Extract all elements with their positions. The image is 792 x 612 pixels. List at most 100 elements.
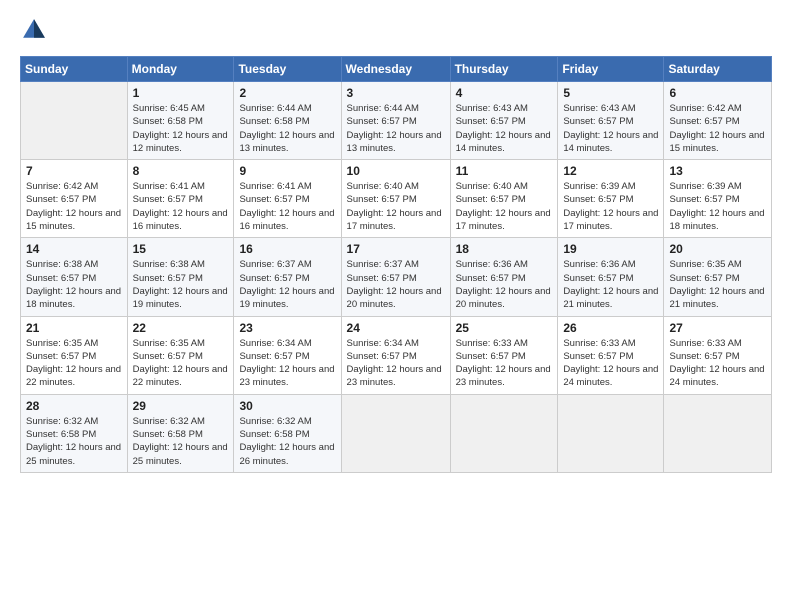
day-cell: 1 Sunrise: 6:45 AMSunset: 6:58 PMDaylight… — [127, 82, 234, 160]
day-number: 18 — [456, 242, 553, 256]
day-cell: 25 Sunrise: 6:33 AMSunset: 6:57 PMDayligh… — [450, 316, 558, 394]
day-info: Sunrise: 6:40 AMSunset: 6:57 PMDaylight:… — [456, 180, 553, 233]
day-info: Sunrise: 6:33 AMSunset: 6:57 PMDaylight:… — [563, 337, 658, 390]
week-row-3: 14 Sunrise: 6:38 AMSunset: 6:57 PMDayligh… — [21, 238, 772, 316]
day-cell: 6 Sunrise: 6:42 AMSunset: 6:57 PMDaylight… — [664, 82, 772, 160]
day-cell: 24 Sunrise: 6:34 AMSunset: 6:57 PMDayligh… — [341, 316, 450, 394]
day-cell — [558, 394, 664, 472]
day-cell — [21, 82, 128, 160]
day-cell: 30 Sunrise: 6:32 AMSunset: 6:58 PMDayligh… — [234, 394, 341, 472]
day-cell: 7 Sunrise: 6:42 AMSunset: 6:57 PMDaylight… — [21, 160, 128, 238]
day-cell: 2Sunrise: 6:44 AMSunset: 6:58 PMDaylight… — [234, 82, 341, 160]
day-number: 26 — [563, 321, 658, 335]
day-info: Sunrise: 6:33 AMSunset: 6:57 PMDaylight:… — [669, 337, 766, 390]
week-row-4: 21 Sunrise: 6:35 AMSunset: 6:57 PMDayligh… — [21, 316, 772, 394]
weekday-header-row: SundayMondayTuesdayWednesdayThursdayFrid… — [21, 57, 772, 82]
day-number: 3 — [347, 86, 445, 100]
weekday-header-sunday: Sunday — [21, 57, 128, 82]
day-number: 27 — [669, 321, 766, 335]
day-info: Sunrise: 6:32 AMSunset: 6:58 PMDaylight:… — [26, 415, 122, 468]
day-info: Sunrise: 6:32 AMSunset: 6:58 PMDaylight:… — [239, 415, 335, 468]
day-info: Sunrise: 6:42 AMSunset: 6:57 PMDaylight:… — [26, 180, 122, 233]
day-number: 19 — [563, 242, 658, 256]
day-cell: 21 Sunrise: 6:35 AMSunset: 6:57 PMDayligh… — [21, 316, 128, 394]
day-info: Sunrise: 6:38 AMSunset: 6:57 PMDaylight:… — [26, 258, 122, 311]
day-number: 25 — [456, 321, 553, 335]
day-cell: 28 Sunrise: 6:32 AMSunset: 6:58 PMDayligh… — [21, 394, 128, 472]
weekday-header-thursday: Thursday — [450, 57, 558, 82]
day-number: 21 — [26, 321, 122, 335]
day-info: Sunrise: 6:41 AMSunset: 6:57 PMDaylight:… — [133, 180, 229, 233]
day-number: 7 — [26, 164, 122, 178]
weekday-header-wednesday: Wednesday — [341, 57, 450, 82]
day-number: 2 — [239, 86, 335, 100]
day-info: Sunrise: 6:34 AMSunset: 6:57 PMDaylight:… — [347, 337, 445, 390]
day-info: Sunrise: 6:45 AMSunset: 6:58 PMDaylight:… — [133, 102, 229, 155]
day-number: 6 — [669, 86, 766, 100]
day-number: 22 — [133, 321, 229, 335]
day-info: Sunrise: 6:33 AMSunset: 6:57 PMDaylight:… — [456, 337, 553, 390]
day-info: Sunrise: 6:32 AMSunset: 6:58 PMDaylight:… — [133, 415, 229, 468]
day-cell: 23 Sunrise: 6:34 AMSunset: 6:57 PMDayligh… — [234, 316, 341, 394]
day-number: 28 — [26, 399, 122, 413]
day-info: Sunrise: 6:44 AMSunset: 6:57 PMDaylight:… — [347, 102, 445, 155]
day-info: Sunrise: 6:35 AMSunset: 6:57 PMDaylight:… — [133, 337, 229, 390]
day-info: Sunrise: 6:34 AMSunset: 6:57 PMDaylight:… — [239, 337, 335, 390]
day-cell: 3 Sunrise: 6:44 AMSunset: 6:57 PMDaylight… — [341, 82, 450, 160]
day-cell: 12Sunrise: 6:39 AMSunset: 6:57 PMDayligh… — [558, 160, 664, 238]
day-info: Sunrise: 6:37 AMSunset: 6:57 PMDaylight:… — [239, 258, 335, 311]
day-cell — [450, 394, 558, 472]
day-number: 4 — [456, 86, 553, 100]
day-cell — [664, 394, 772, 472]
day-cell: 14 Sunrise: 6:38 AMSunset: 6:57 PMDayligh… — [21, 238, 128, 316]
weekday-header-friday: Friday — [558, 57, 664, 82]
day-cell: 4 Sunrise: 6:43 AMSunset: 6:57 PMDaylight… — [450, 82, 558, 160]
day-info: Sunrise: 6:40 AMSunset: 6:57 PMDaylight:… — [347, 180, 445, 233]
day-info: Sunrise: 6:36 AMSunset: 6:57 PMDaylight:… — [563, 258, 658, 311]
day-cell: 17 Sunrise: 6:37 AMSunset: 6:57 PMDayligh… — [341, 238, 450, 316]
day-info: Sunrise: 6:37 AMSunset: 6:57 PMDaylight:… — [347, 258, 445, 311]
day-number: 13 — [669, 164, 766, 178]
header — [20, 16, 772, 44]
day-info: Sunrise: 6:39 AMSunset: 6:57 PMDaylight:… — [669, 180, 766, 233]
day-cell: 18Sunrise: 6:36 AMSunset: 6:57 PMDayligh… — [450, 238, 558, 316]
day-number: 16 — [239, 242, 335, 256]
week-row-2: 7 Sunrise: 6:42 AMSunset: 6:57 PMDaylight… — [21, 160, 772, 238]
day-cell: 8 Sunrise: 6:41 AMSunset: 6:57 PMDaylight… — [127, 160, 234, 238]
day-cell: 20Sunrise: 6:35 AMSunset: 6:57 PMDayligh… — [664, 238, 772, 316]
day-cell: 5 Sunrise: 6:43 AMSunset: 6:57 PMDaylight… — [558, 82, 664, 160]
day-cell: 27 Sunrise: 6:33 AMSunset: 6:57 PMDayligh… — [664, 316, 772, 394]
day-number: 1 — [133, 86, 229, 100]
day-cell: 16 Sunrise: 6:37 AMSunset: 6:57 PMDayligh… — [234, 238, 341, 316]
day-info: Sunrise: 6:38 AMSunset: 6:57 PMDaylight:… — [133, 258, 229, 311]
day-number: 12 — [563, 164, 658, 178]
weekday-header-tuesday: Tuesday — [234, 57, 341, 82]
weekday-header-monday: Monday — [127, 57, 234, 82]
day-number: 24 — [347, 321, 445, 335]
day-number: 23 — [239, 321, 335, 335]
day-cell — [341, 394, 450, 472]
day-cell: 9 Sunrise: 6:41 AMSunset: 6:57 PMDaylight… — [234, 160, 341, 238]
day-number: 17 — [347, 242, 445, 256]
day-cell: 19 Sunrise: 6:36 AMSunset: 6:57 PMDayligh… — [558, 238, 664, 316]
weekday-header-saturday: Saturday — [664, 57, 772, 82]
day-cell: 22 Sunrise: 6:35 AMSunset: 6:57 PMDayligh… — [127, 316, 234, 394]
day-number: 14 — [26, 242, 122, 256]
day-info: Sunrise: 6:35 AMSunset: 6:57 PMDaylight:… — [669, 258, 766, 311]
day-number: 9 — [239, 164, 335, 178]
day-number: 8 — [133, 164, 229, 178]
day-number: 5 — [563, 86, 658, 100]
day-number: 29 — [133, 399, 229, 413]
day-info: Sunrise: 6:42 AMSunset: 6:57 PMDaylight:… — [669, 102, 766, 155]
day-info: Sunrise: 6:43 AMSunset: 6:57 PMDaylight:… — [456, 102, 553, 155]
logo-icon — [20, 16, 48, 44]
day-info: Sunrise: 6:35 AMSunset: 6:57 PMDaylight:… — [26, 337, 122, 390]
week-row-5: 28 Sunrise: 6:32 AMSunset: 6:58 PMDayligh… — [21, 394, 772, 472]
day-number: 11 — [456, 164, 553, 178]
day-number: 15 — [133, 242, 229, 256]
day-info: Sunrise: 6:43 AMSunset: 6:57 PMDaylight:… — [563, 102, 658, 155]
page: SundayMondayTuesdayWednesdayThursdayFrid… — [0, 0, 792, 612]
day-number: 30 — [239, 399, 335, 413]
day-info: Sunrise: 6:41 AMSunset: 6:57 PMDaylight:… — [239, 180, 335, 233]
week-row-1: 1 Sunrise: 6:45 AMSunset: 6:58 PMDaylight… — [21, 82, 772, 160]
